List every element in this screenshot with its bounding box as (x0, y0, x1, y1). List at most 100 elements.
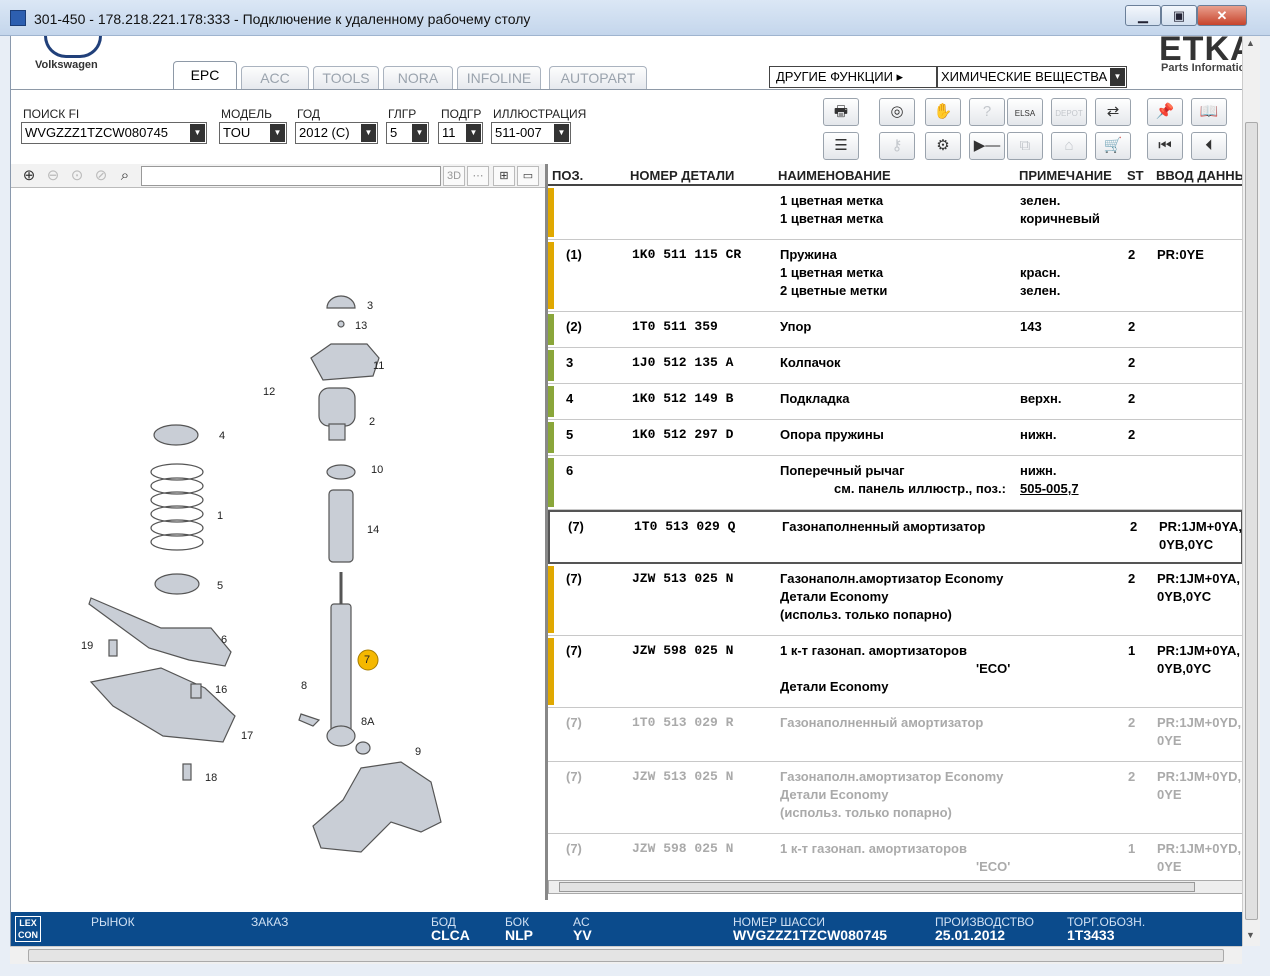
single-view-icon[interactable]: ▭ (517, 166, 539, 186)
chevron-down-icon[interactable]: ▼ (554, 124, 569, 142)
callout-4[interactable]: 4 (219, 430, 225, 442)
bike-button[interactable]: ⚙ (925, 132, 961, 160)
close-button[interactable]: ✕ (1197, 5, 1247, 26)
3d-button[interactable]: 3D (443, 166, 465, 186)
col-pos[interactable]: ПОЗ. (552, 168, 583, 183)
prev-button[interactable]: ⏴ (1191, 132, 1227, 160)
print-button[interactable]: 🖶 (823, 98, 859, 126)
chevron-down-icon[interactable]: ▼ (412, 124, 427, 142)
tab-infoline[interactable]: INFOLINE (457, 66, 541, 89)
key-button[interactable]: ⚷ (879, 132, 915, 160)
callout-7[interactable]: 7 (364, 654, 370, 666)
minimize-button[interactable]: ▁ (1125, 5, 1161, 26)
table-row[interactable]: (1) 1K0 511 115 CR Пружина 1 цветная метка 2… (548, 240, 1243, 312)
maximize-button[interactable]: ▣ (1161, 5, 1197, 26)
chevron-down-icon[interactable]: ▼ (1110, 68, 1125, 86)
callout-5[interactable]: 5 (217, 580, 223, 592)
callout-2[interactable]: 2 (369, 416, 375, 428)
callout-1[interactable]: 1 (217, 510, 223, 522)
layers-icon[interactable]: ⋯ (467, 166, 489, 186)
search-fi-select[interactable]: WVGZZZ1TZCW080745 ▼ (21, 122, 207, 144)
table-row[interactable]: (7) JZW 598 025 N 1 к-т газонап. амортизат… (548, 636, 1243, 708)
callout-9[interactable]: 9 (415, 746, 421, 758)
callout-18[interactable]: 18 (205, 772, 217, 784)
hscroll-thumb[interactable] (28, 949, 1224, 962)
table-row[interactable]: (7) JZW 513 025 N Газонаполн.амортизатор E… (548, 762, 1243, 834)
model-select[interactable]: TOU ▼ (219, 122, 287, 144)
table-hscrollbar[interactable] (548, 880, 1243, 894)
illustration-select[interactable]: 511-007 ▼ (491, 122, 571, 144)
cart-transfer-button[interactable]: ⇄ (1095, 98, 1131, 126)
table-hscroll-thumb[interactable] (559, 882, 1195, 892)
chevron-down-icon[interactable]: ▼ (361, 124, 376, 142)
magnifier-icon[interactable]: ⌕ (115, 166, 135, 186)
zoom-input[interactable] (141, 166, 441, 186)
col-part-number[interactable]: НОМЕР ДЕТАЛИ (630, 168, 734, 183)
tab-tools[interactable]: TOOLS (313, 66, 379, 89)
disk-button[interactable]: ◎ (879, 98, 915, 126)
callout-14[interactable]: 14 (367, 524, 379, 536)
scroll-up-icon[interactable]: ▲ (1246, 38, 1255, 48)
table-row[interactable]: 1 цветная метка 1 цветная метка зелен. кори… (548, 186, 1243, 240)
col-st[interactable]: ST (1127, 168, 1144, 183)
podgr-select[interactable]: 11 ▼ (438, 122, 483, 144)
zoom-in-icon[interactable]: ⊕ (19, 166, 39, 186)
table-row[interactable]: (7) JZW 598 025 N 1 к-т газонап. амортизат… (548, 834, 1243, 880)
callout-8A[interactable]: 8A (361, 716, 374, 728)
zoom-out-icon[interactable]: ⊖ (43, 166, 63, 186)
chevron-down-icon[interactable]: ▼ (466, 124, 481, 142)
tab-acc[interactable]: ACC (241, 66, 309, 89)
copy-button[interactable]: ⧉ (1007, 132, 1043, 160)
table-row[interactable]: (2) 1T0 511 359 Упор 143 2 (548, 312, 1243, 348)
split-view-icon[interactable]: ⊞ (493, 166, 515, 186)
chemicals-select[interactable]: ХИМИЧЕСКИЕ ВЕЩЕСТВА ▼ (937, 66, 1127, 88)
list-button[interactable]: ☰ (823, 132, 859, 160)
row-note[interactable]: 505-005,7 (1020, 480, 1079, 498)
search-disabled-button[interactable]: ? (969, 98, 1005, 126)
scroll-down-icon[interactable]: ▼ (1246, 930, 1255, 940)
callout-11[interactable]: 11 (373, 360, 384, 372)
zoom-percent-icon[interactable]: ⊘ (91, 166, 111, 186)
col-input[interactable]: ВВОД ДАННЫХ (1156, 168, 1243, 183)
callout-19[interactable]: 19 (81, 640, 93, 652)
table-row[interactable]: (7) JZW 513 025 N Газонаполн.амортизатор E… (548, 564, 1243, 636)
tab-nora[interactable]: NORA (383, 66, 453, 89)
hands-button[interactable]: ✋ (925, 98, 961, 126)
tab-autopart[interactable]: AUTOPART (549, 66, 647, 89)
glgr-select[interactable]: 5 ▼ (386, 122, 429, 144)
play-minus-button[interactable]: ▶— (969, 132, 1005, 160)
callout-17[interactable]: 17 (241, 730, 253, 742)
chevron-down-icon[interactable]: ▼ (270, 124, 285, 142)
callout-16[interactable]: 16 (215, 684, 227, 696)
first-button[interactable]: ⏮ (1147, 132, 1183, 160)
col-note[interactable]: ПРИМЕЧАНИЕ (1019, 168, 1112, 183)
table-row[interactable]: 4 1K0 512 149 B Подкладка верхн. 2 (548, 384, 1243, 420)
other-functions-menu[interactable]: ДРУГИЕ ФУНКЦИИ ▸ (769, 66, 937, 88)
zoom-fit-icon[interactable]: ⊙ (67, 166, 87, 186)
table-row[interactable]: (7) 1T0 513 029 R Газонаполненный амортиза… (548, 708, 1243, 762)
dealer-button[interactable]: ⌂ (1051, 132, 1087, 160)
tab-epc[interactable]: EPC (173, 61, 237, 89)
callout-10[interactable]: 10 (371, 464, 383, 476)
table-row[interactable]: 6 Поперечный рычаг см. панель иллюстр., по… (548, 456, 1243, 510)
callout-3[interactable]: 3 (367, 300, 373, 312)
cart-button[interactable]: 🛒 (1095, 132, 1131, 160)
table-row[interactable]: (7) 1T0 513 029 Q Газонаполненный амортиза… (548, 510, 1243, 564)
table-row[interactable]: 5 1K0 512 297 D Опора пружины нижн. 2 (548, 420, 1243, 456)
elsa-button[interactable]: ELSA (1007, 98, 1043, 126)
book-button[interactable]: 📖 (1191, 98, 1227, 126)
callout-12[interactable]: 12 (263, 386, 275, 398)
table-row[interactable]: 3 1J0 512 135 A Колпачок 2 (548, 348, 1243, 384)
vscroll-thumb[interactable] (1245, 122, 1258, 920)
window-hscrollbar[interactable] (10, 946, 1242, 964)
pin-button[interactable]: 📌 (1147, 98, 1183, 126)
year-select[interactable]: 2012 (C) ▼ (295, 122, 378, 144)
exploded-diagram[interactable]: 3 13 11 12 2 4 10 1 14 5 6 19 16 7 8 8A 17 9 18 (11, 188, 545, 900)
col-name[interactable]: НАИМЕНОВАНИЕ (778, 168, 891, 183)
callout-8[interactable]: 8 (301, 680, 307, 692)
depot-button[interactable]: DEPOT (1051, 98, 1087, 126)
callout-6[interactable]: 6 (221, 634, 227, 646)
window-vscrollbar[interactable]: ▲ ▼ (1242, 36, 1260, 946)
chevron-down-icon[interactable]: ▼ (190, 124, 205, 142)
callout-13[interactable]: 13 (355, 320, 367, 332)
